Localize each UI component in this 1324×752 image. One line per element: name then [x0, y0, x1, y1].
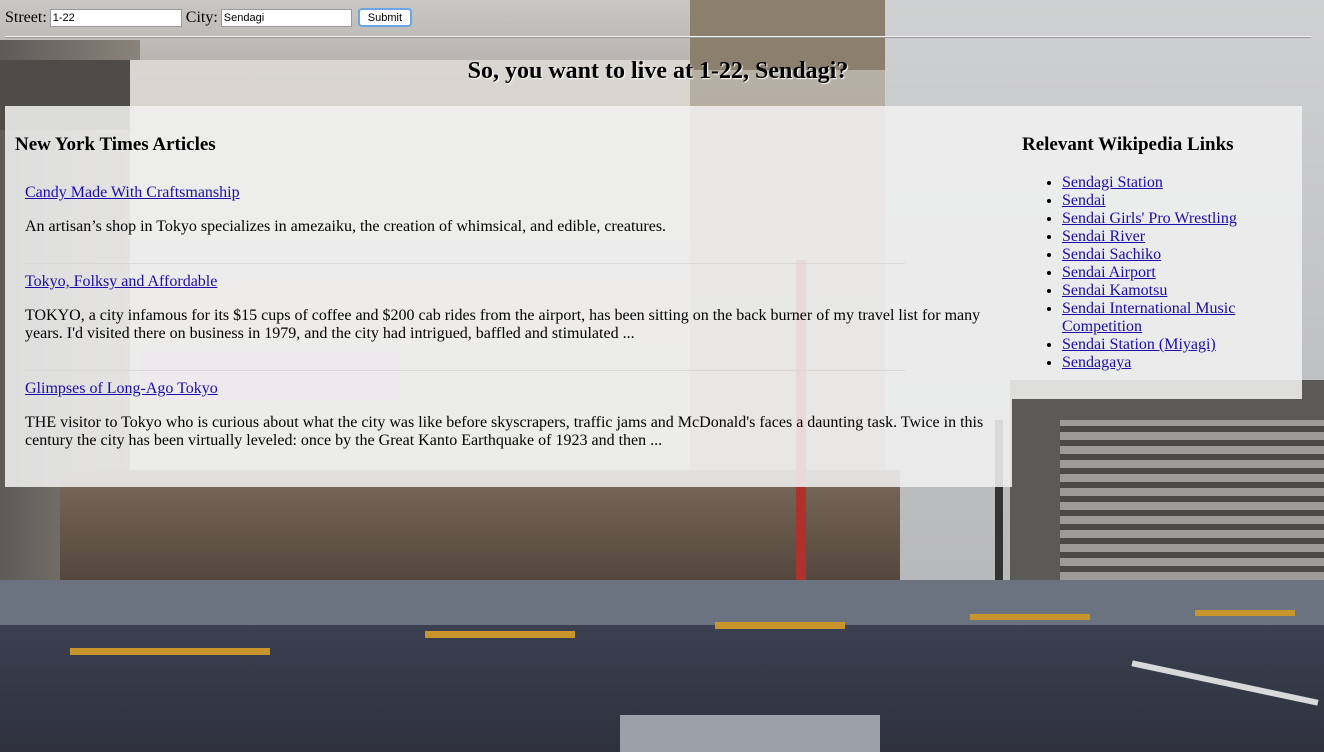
list-item: Sendai International Music Competition: [1062, 300, 1262, 336]
article-separator: [25, 263, 905, 264]
nyt-articles-panel: New York Times Articles Candy Made With …: [5, 106, 1012, 487]
wiki-link[interactable]: Sendagi Station: [1062, 174, 1163, 191]
list-item: Sendai: [1062, 192, 1262, 210]
article-item: Glimpses of Long-Ago Tokyo THE visitor t…: [25, 380, 1000, 450]
nyt-heading: New York Times Articles: [15, 134, 216, 155]
page-title: So, you want to live at 1-22, Sendagi?: [467, 58, 849, 84]
list-item: Sendai Sachiko: [1062, 246, 1262, 264]
article-item: Candy Made With Craftsmanship An artisan…: [25, 184, 1000, 236]
wiki-link[interactable]: Sendai River: [1062, 228, 1145, 245]
article-link[interactable]: Candy Made With Craftsmanship: [25, 184, 1000, 202]
article-link[interactable]: Glimpses of Long-Ago Tokyo: [25, 380, 1000, 398]
wiki-link-list: Sendagi Station Sendai Sendai Girls' Pro…: [1022, 174, 1262, 372]
city-input[interactable]: [220, 9, 352, 27]
city-label: City:: [185, 9, 218, 26]
wiki-link[interactable]: Sendagaya: [1062, 354, 1131, 371]
divider: [5, 36, 1311, 38]
article-item: Tokyo, Folksy and Affordable TOKYO, a ci…: [25, 273, 1000, 343]
article-snippet: THE visitor to Tokyo who is curious abou…: [25, 414, 984, 449]
address-form: Street: City: Submit: [5, 8, 413, 28]
submit-button[interactable]: Submit: [357, 8, 413, 27]
street-input[interactable]: [49, 9, 182, 27]
article-separator: [25, 370, 905, 371]
wiki-link[interactable]: Sendai Girls' Pro Wrestling: [1062, 210, 1237, 227]
list-item: Sendai River: [1062, 228, 1262, 246]
article-snippet: TOKYO, a city infamous for its $15 cups …: [25, 307, 981, 342]
wiki-heading: Relevant Wikipedia Links: [1022, 134, 1234, 155]
list-item: Sendai Girls' Pro Wrestling: [1062, 210, 1262, 228]
wiki-link[interactable]: Sendai Airport: [1062, 264, 1156, 281]
wikipedia-links-panel: Relevant Wikipedia Links Sendagi Station…: [1012, 106, 1302, 399]
wiki-link[interactable]: Sendai Kamotsu: [1062, 282, 1167, 299]
article-link[interactable]: Tokyo, Folksy and Affordable: [25, 273, 1000, 291]
list-item: Sendai Airport: [1062, 264, 1262, 282]
street-label: Street:: [5, 9, 47, 26]
wiki-link[interactable]: Sendai: [1062, 192, 1106, 209]
wiki-link[interactable]: Sendai Station (Miyagi): [1062, 336, 1216, 353]
list-item: Sendai Station (Miyagi): [1062, 336, 1262, 354]
wiki-link[interactable]: Sendai International Music Competition: [1062, 300, 1235, 335]
article-snippet: An artisan’s shop in Tokyo specializes i…: [25, 218, 667, 235]
wiki-link[interactable]: Sendai Sachiko: [1062, 246, 1161, 263]
list-item: Sendagaya: [1062, 354, 1262, 372]
list-item: Sendagi Station: [1062, 174, 1262, 192]
list-item: Sendai Kamotsu: [1062, 282, 1262, 300]
